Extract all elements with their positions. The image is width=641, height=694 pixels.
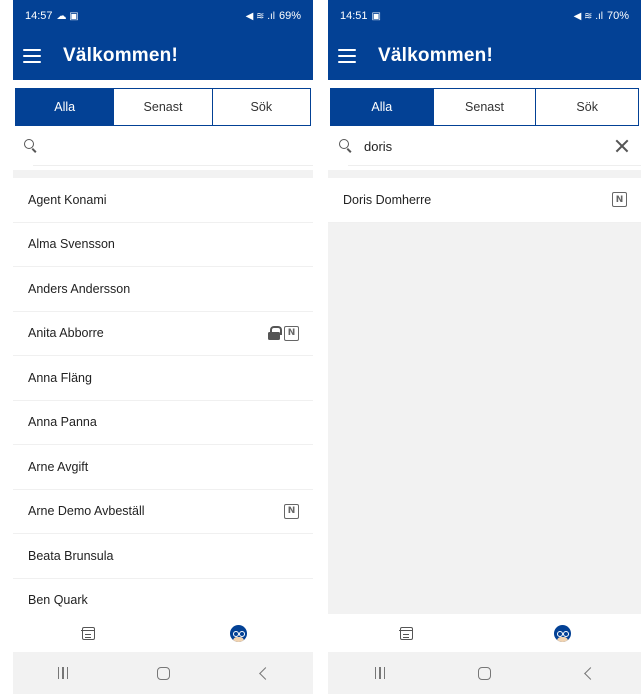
- back-icon: [258, 666, 272, 680]
- row-status-icons: N: [612, 192, 627, 208]
- recents-button[interactable]: [360, 658, 400, 688]
- divider-band: [13, 170, 313, 178]
- contact-name: Anders Andersson: [28, 281, 131, 296]
- contact-name: Alma Svensson: [28, 237, 115, 252]
- nfc-icon: N: [284, 325, 299, 341]
- contact-list: Agent Konami Alma Svensson Anders Andersso…: [13, 178, 313, 623]
- list-item[interactable]: Beata Brunsula: [13, 534, 313, 579]
- list-item[interactable]: Doris Domherre N: [328, 178, 641, 223]
- lock-icon: [268, 326, 282, 341]
- battery-level: 70%: [606, 10, 629, 22]
- tab-search[interactable]: Sök: [535, 89, 639, 125]
- profile-icon: [554, 624, 572, 642]
- phone-screen-search: 14:51 ▣ ◀ ≋ .ıl 70% Välkommen! Alla Sena…: [328, 0, 641, 694]
- contact-name: Agent Konami: [28, 192, 107, 207]
- recents-button[interactable]: [43, 658, 83, 688]
- tab-all[interactable]: Alla: [16, 89, 114, 125]
- app-header: 14:57 ☁ ▣ ◀ ≋ .ıl 69% Välkommen!: [13, 0, 313, 80]
- contact-name: Doris Domherre: [343, 192, 432, 207]
- search-input[interactable]: [364, 131, 613, 161]
- hamburger-menu-icon[interactable]: [23, 49, 41, 63]
- app-header: 14:51 ▣ ◀ ≋ .ıl 70% Välkommen!: [328, 0, 641, 80]
- divider-band: [328, 170, 641, 178]
- status-signal-icons: ◀ ≋ .ıl: [573, 10, 603, 22]
- filter-tabs: Alla Senast Sök: [330, 88, 639, 126]
- nav-profile[interactable]: [543, 618, 583, 648]
- close-icon[interactable]: [613, 137, 631, 155]
- nav-calendar[interactable]: [386, 618, 426, 648]
- back-button[interactable]: [243, 658, 283, 688]
- list-item[interactable]: Alma Svensson: [13, 222, 313, 267]
- back-icon: [584, 666, 598, 680]
- status-time: 14:51: [340, 10, 368, 22]
- calendar-icon: [399, 626, 414, 640]
- contact-name: Ben Quark: [28, 593, 88, 608]
- nav-profile[interactable]: [218, 618, 258, 648]
- tab-recent[interactable]: Senast: [113, 89, 212, 125]
- back-button[interactable]: [569, 658, 609, 688]
- search-bar: [328, 126, 641, 166]
- list-item[interactable]: Anders Andersson: [13, 267, 313, 312]
- search-icon: [338, 138, 354, 154]
- profile-icon: [229, 624, 247, 642]
- nav-calendar[interactable]: [68, 618, 108, 648]
- home-icon: [477, 666, 491, 680]
- system-nav-bar: [328, 652, 641, 694]
- search-icon: [23, 138, 39, 154]
- search-input[interactable]: [49, 131, 303, 161]
- contact-name: Anita Abborre: [28, 326, 104, 341]
- contact-name: Arne Avgift: [28, 459, 89, 474]
- status-bar: 14:57 ☁ ▣ ◀ ≋ .ıl 69%: [13, 0, 313, 32]
- home-button[interactable]: [143, 658, 183, 688]
- screens: 14:57 ☁ ▣ ◀ ≋ .ıl 69% Välkommen! Alla Se…: [0, 0, 641, 694]
- app-bar: Välkommen!: [328, 32, 641, 80]
- list-item[interactable]: Agent Konami: [13, 178, 313, 223]
- search-bar: [13, 126, 313, 166]
- hamburger-menu-icon[interactable]: [338, 49, 356, 63]
- system-nav-bar: [13, 652, 313, 694]
- list-item[interactable]: Anna Panna: [13, 400, 313, 445]
- nfc-icon: N: [284, 503, 299, 519]
- home-button[interactable]: [464, 658, 504, 688]
- bottom-nav: [328, 614, 641, 652]
- page-title: Välkommen!: [378, 45, 493, 66]
- bottom-nav: [13, 614, 313, 652]
- nfc-icon: N: [612, 192, 627, 208]
- contact-name: Anna Fläng: [28, 370, 92, 385]
- recents-icon: [57, 667, 69, 679]
- list-item[interactable]: Arne Avgift: [13, 445, 313, 490]
- filter-tabs: Alla Senast Sök: [15, 88, 311, 126]
- home-icon: [156, 666, 170, 680]
- status-notification-icons: ☁ ▣: [56, 10, 79, 22]
- contact-name: Arne Demo Avbeställ: [28, 504, 145, 519]
- row-status-icons: N: [268, 325, 299, 341]
- page-title: Välkommen!: [63, 45, 178, 66]
- contact-name: Beata Brunsula: [28, 548, 114, 563]
- list-item[interactable]: Anita Abborre N: [13, 311, 313, 356]
- tab-search[interactable]: Sök: [211, 89, 310, 125]
- calendar-icon: [80, 626, 96, 640]
- status-notification-icons: ▣: [371, 10, 381, 22]
- battery-level: 69%: [278, 10, 301, 22]
- contact-list: Doris Domherre N: [328, 178, 641, 614]
- tab-all[interactable]: Alla: [331, 89, 433, 125]
- status-bar: 14:51 ▣ ◀ ≋ .ıl 70%: [328, 0, 641, 32]
- contact-name: Anna Panna: [28, 415, 97, 430]
- tab-recent[interactable]: Senast: [432, 89, 536, 125]
- status-signal-icons: ◀ ≋ .ıl: [245, 10, 275, 22]
- recents-icon: [375, 667, 386, 679]
- list-item[interactable]: Arne Demo Avbeställ N: [13, 489, 313, 534]
- app-bar: Välkommen!: [13, 32, 313, 80]
- row-status-icons: N: [284, 503, 299, 519]
- list-item[interactable]: Anna Fläng: [13, 356, 313, 401]
- phone-screen-all: 14:57 ☁ ▣ ◀ ≋ .ıl 69% Välkommen! Alla Se…: [13, 0, 313, 694]
- status-time: 14:57: [25, 10, 53, 22]
